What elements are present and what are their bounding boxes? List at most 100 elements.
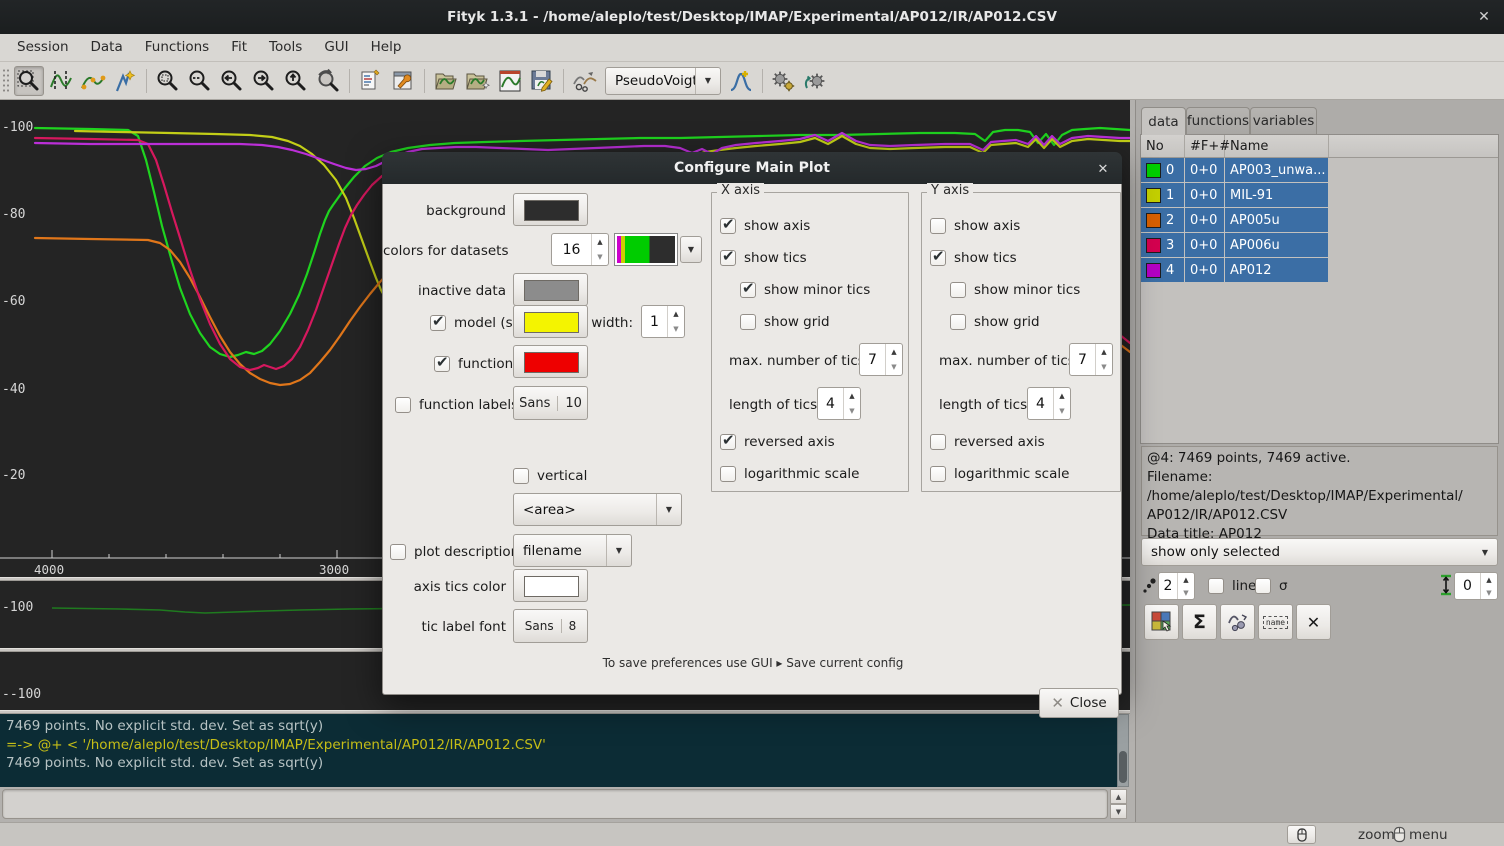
vertical-checkbox[interactable] xyxy=(513,468,529,484)
label-font-button[interactable]: Sans 10 xyxy=(513,386,588,420)
background-color-button[interactable] xyxy=(513,193,588,226)
model-width-spinner[interactable]: 1 ▲▼ xyxy=(641,305,685,338)
plot-description-dropdown[interactable]: filename ▼ xyxy=(513,534,632,567)
close-button[interactable]: ✕ Close xyxy=(1039,688,1119,718)
table-row[interactable]: 4 0+0 AP012 xyxy=(1141,258,1498,283)
shift-spinner[interactable]: 0 ▲▼ xyxy=(1454,572,1498,600)
console-scrollbar[interactable] xyxy=(1117,714,1129,787)
dialog-titlebar[interactable]: Configure Main Plot ✕ xyxy=(382,152,1122,184)
dataset-color-swatch[interactable] xyxy=(1146,263,1161,278)
table-row[interactable]: 2 0+0 AP005u xyxy=(1141,208,1498,233)
window-close-icon[interactable]: ✕ xyxy=(1474,7,1494,27)
copy-functions-button[interactable] xyxy=(1220,604,1255,640)
functions-color-button[interactable] xyxy=(513,345,588,378)
x-reversed-axis-checkbox[interactable] xyxy=(720,434,736,450)
dataset-color-swatch[interactable] xyxy=(1146,163,1161,178)
add-function-button[interactable] xyxy=(726,66,756,96)
zoom-left-button[interactable] xyxy=(217,66,247,96)
show-sum-button[interactable]: Σ xyxy=(1182,604,1217,640)
command-input[interactable] xyxy=(2,789,1108,819)
model-sum-checkbox[interactable] xyxy=(430,315,446,331)
menu-functions[interactable]: Functions xyxy=(134,34,220,61)
y-show-minor-tics-checkbox[interactable] xyxy=(950,282,966,298)
table-row[interactable]: 3 0+0 AP006u xyxy=(1141,233,1498,258)
tab-data[interactable]: data xyxy=(1141,107,1186,135)
zoom-all-button[interactable] xyxy=(153,66,183,96)
tab-functions[interactable]: functions xyxy=(1186,107,1250,134)
menu-session[interactable]: Session xyxy=(6,34,80,61)
dialog-close-icon[interactable]: ✕ xyxy=(1094,160,1112,178)
dataset-color-swatch[interactable] xyxy=(1146,188,1161,203)
show-filter-dropdown[interactable]: show only selected ▼ xyxy=(1141,538,1498,566)
append-data-button[interactable] xyxy=(463,66,493,96)
scrollbar-thumb[interactable] xyxy=(1119,751,1127,783)
input-history-up-button[interactable]: ▲ xyxy=(1110,789,1127,804)
mouse-hints-toggle-button[interactable] xyxy=(1287,825,1316,844)
x-show-grid-checkbox[interactable] xyxy=(740,314,756,330)
zoom-mode-button[interactable] xyxy=(14,66,44,96)
y-reversed-axis-checkbox[interactable] xyxy=(930,434,946,450)
dataset-colors-count-spinner[interactable]: 16 ▲▼ xyxy=(551,233,609,266)
table-row[interactable]: 1 0+0 MIL-91 xyxy=(1141,183,1498,208)
input-history-down-button[interactable]: ▼ xyxy=(1110,804,1127,819)
line-checkbox[interactable] xyxy=(1208,578,1224,594)
zoom-up-button[interactable] xyxy=(281,66,311,96)
gui-config-button[interactable] xyxy=(388,66,418,96)
add-peak-mode-button[interactable] xyxy=(110,66,140,96)
tab-variables[interactable]: variables xyxy=(1250,107,1317,134)
x-max-tics-spinner[interactable]: 7▲▼ xyxy=(859,343,903,376)
col-header-ff[interactable]: #F+# xyxy=(1185,135,1225,157)
sigma-checkbox[interactable] xyxy=(1255,578,1271,594)
col-header-no[interactable]: No xyxy=(1141,135,1185,157)
delete-dataset-button[interactable]: ✕ xyxy=(1296,604,1331,640)
data-editor-button[interactable] xyxy=(495,66,525,96)
x-show-tics-checkbox[interactable] xyxy=(720,250,736,266)
toolbar-grip[interactable] xyxy=(2,68,10,94)
function-labels-checkbox[interactable] xyxy=(395,397,411,413)
y-show-grid-checkbox[interactable] xyxy=(950,314,966,330)
menu-data[interactable]: Data xyxy=(80,34,134,61)
session-log-button[interactable] xyxy=(356,66,386,96)
open-data-button[interactable] xyxy=(431,66,461,96)
x-log-scale-checkbox[interactable] xyxy=(720,466,736,482)
dataset-table[interactable]: No #F+# Name 0 0+0 AP003_unwa... 1 0+0 M… xyxy=(1140,134,1499,444)
dataset-colors-preview-button[interactable] xyxy=(614,233,678,266)
dataset-color-swatch[interactable] xyxy=(1146,238,1161,253)
axis-tics-color-button[interactable] xyxy=(513,569,588,602)
y-max-tics-spinner[interactable]: 7▲▼ xyxy=(1069,343,1113,376)
window-titlebar[interactable]: Fityk 1.3.1 - /home/aleplo/test/Desktop/… xyxy=(0,0,1504,34)
col-header-name[interactable]: Name xyxy=(1225,135,1329,157)
zoom-right-button[interactable] xyxy=(249,66,279,96)
table-row[interactable]: 0 0+0 AP003_unwa... xyxy=(1141,158,1498,183)
undo-fit-button[interactable] xyxy=(801,66,831,96)
run-fit-button[interactable] xyxy=(769,66,799,96)
dataset-color-swatch[interactable] xyxy=(1146,213,1161,228)
y-show-axis-checkbox[interactable] xyxy=(930,218,946,234)
save-session-button[interactable] xyxy=(527,66,557,96)
output-console[interactable]: 7469 points. No explicit std. dev. Set a… xyxy=(0,714,1117,787)
zoom-previous-button[interactable] xyxy=(313,66,343,96)
menu-gui[interactable]: GUI xyxy=(313,34,359,61)
functions-checkbox[interactable] xyxy=(434,356,450,372)
plot-description-checkbox[interactable] xyxy=(390,544,406,560)
menu-help[interactable]: Help xyxy=(360,34,413,61)
baseline-mode-button[interactable] xyxy=(78,66,108,96)
y-show-tics-checkbox[interactable] xyxy=(930,250,946,266)
label-format-dropdown[interactable]: <area> ▼ xyxy=(513,493,682,526)
menu-tools[interactable]: Tools xyxy=(258,34,313,61)
data-transform-button[interactable] xyxy=(570,66,600,96)
y-log-scale-checkbox[interactable] xyxy=(930,466,946,482)
y-tic-length-spinner[interactable]: 4▲▼ xyxy=(1027,387,1071,420)
peak-type-dropdown[interactable]: PseudoVoigtA ▼ xyxy=(605,67,721,95)
x-show-minor-tics-checkbox[interactable] xyxy=(740,282,756,298)
dataset-colors-dropdown-button[interactable]: ▼ xyxy=(680,236,702,263)
rename-dataset-button[interactable]: name xyxy=(1258,604,1293,640)
dataset-colors-button[interactable] xyxy=(1144,604,1179,640)
inactive-data-color-button[interactable] xyxy=(513,273,588,306)
zoom-horizontal-button[interactable] xyxy=(185,66,215,96)
menu-fit[interactable]: Fit xyxy=(220,34,258,61)
data-range-mode-button[interactable] xyxy=(46,66,76,96)
point-size-spinner[interactable]: 2 ▲▼ xyxy=(1158,572,1195,600)
x-show-axis-checkbox[interactable] xyxy=(720,218,736,234)
x-tic-length-spinner[interactable]: 4▲▼ xyxy=(817,387,861,420)
